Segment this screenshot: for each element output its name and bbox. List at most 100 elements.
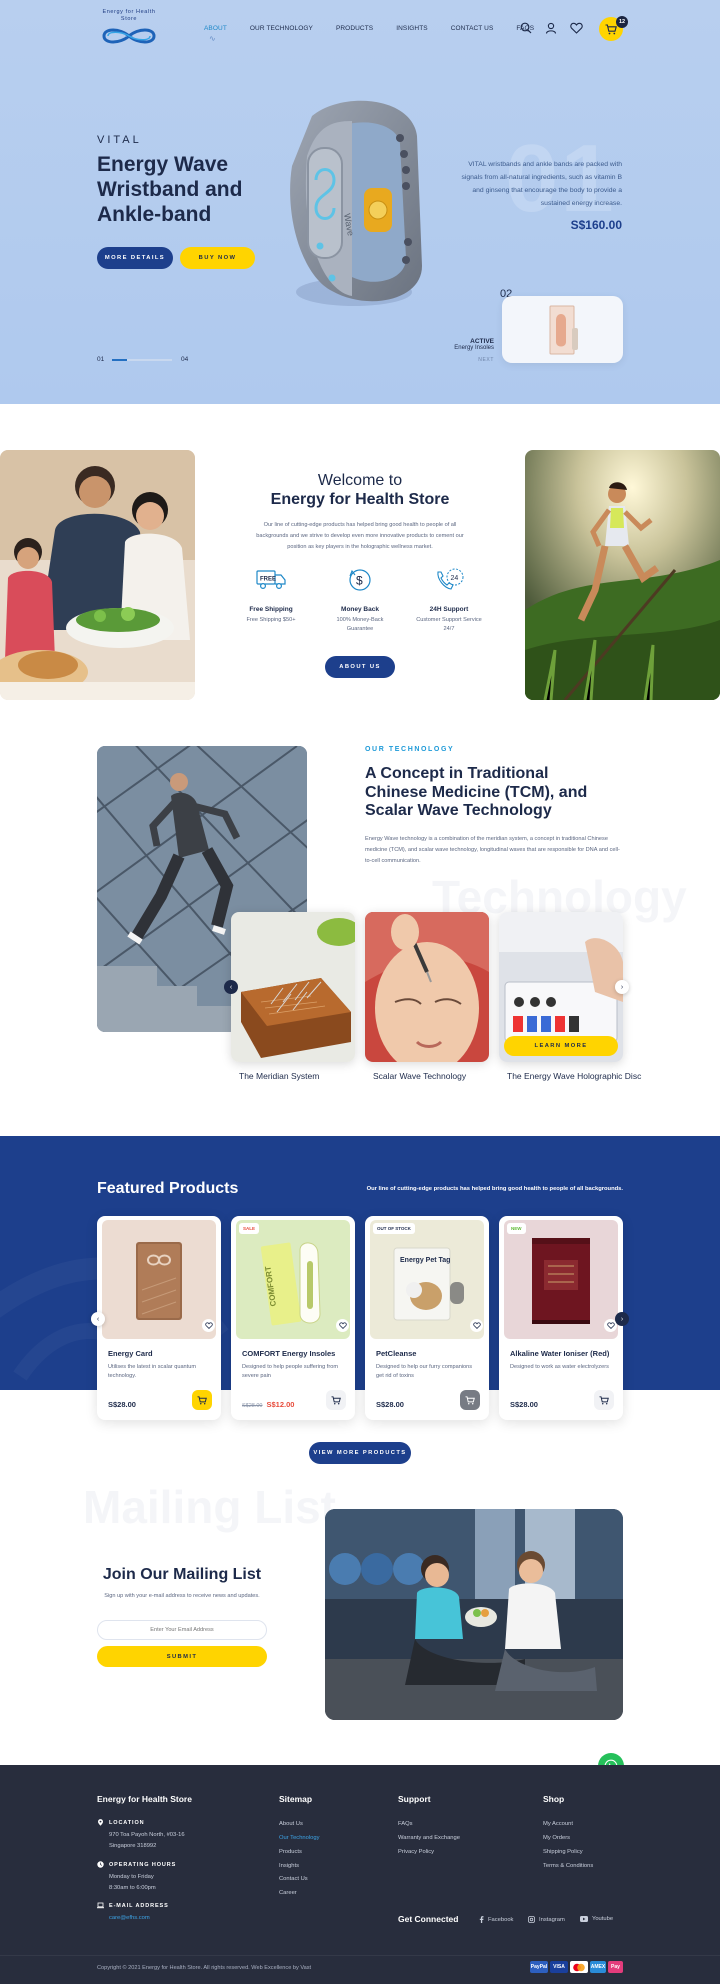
hero-price: S$160.00 (570, 218, 622, 232)
nav-products[interactable]: PRODUCTS (336, 25, 373, 32)
about-us-button[interactable]: ABOUT US (325, 656, 395, 678)
add-to-cart-button[interactable] (192, 1390, 212, 1410)
add-to-cart-button[interactable] (594, 1390, 614, 1410)
social-facebook-link[interactable]: Facebook (479, 1916, 513, 1923)
slide-progress-bar[interactable] (112, 359, 172, 361)
social-label: Youtube (592, 1916, 614, 1922)
view-more-products-button[interactable]: VIEW MORE PRODUCTS (309, 1442, 411, 1464)
location-pin-icon (98, 1819, 103, 1826)
next-slide-card[interactable] (502, 296, 623, 363)
footer-link-products[interactable]: Products (279, 1849, 302, 1855)
next-slide-title-line2: Energy Insoles (454, 345, 494, 351)
next-slide-label[interactable]: ACTIVE Energy Insoles (440, 338, 494, 352)
product-image[interactable]: NEW (504, 1220, 618, 1339)
site-logo[interactable]: Energy for Health Store (96, 9, 162, 52)
product-name[interactable]: Energy Card (108, 1349, 153, 1358)
account-button[interactable] (543, 20, 559, 36)
footer-link-our-technology[interactable]: Our Technology (279, 1835, 320, 1841)
footer-location: 970 Toa Payoh North, #03-16 Singapore 31… (109, 1832, 185, 1849)
welcome-heading-line1: Welcome to (317, 472, 403, 489)
mailing-description: Sign up with your e-mail address to rece… (104, 1593, 260, 1599)
products-carousel-prev-button[interactable]: ‹ (91, 1312, 105, 1326)
products-carousel-next-button[interactable]: › (615, 1312, 629, 1326)
svg-text:Energy Pet Tag: Energy Pet Tag (400, 1257, 450, 1264)
footer-link-terms[interactable]: Terms & Conditions (543, 1863, 593, 1869)
svg-text:$: $ (356, 574, 363, 588)
footer-link-contact-us[interactable]: Contact Us (279, 1876, 308, 1882)
wishlist-button[interactable] (568, 20, 584, 36)
nav-contact-us[interactable]: CONTACT US (451, 25, 494, 32)
energy-card-image (136, 1242, 182, 1320)
social-label: Facebook (488, 1916, 514, 1923)
submit-button[interactable]: SUBMIT (97, 1646, 267, 1667)
tech-card-label[interactable]: The Energy Wave Holographic Disc (507, 1071, 641, 1081)
feature-subtitle: Free Shipping $50+ (246, 617, 296, 623)
footer-link-privacy-policy[interactable]: Privacy Policy (398, 1849, 434, 1855)
tech-carousel-prev-button[interactable]: ‹ (224, 980, 238, 994)
svg-text:24: 24 (451, 575, 459, 582)
cart-icon (331, 1395, 341, 1405)
product-badge-sale: SALE (239, 1223, 260, 1234)
payment-pay-badge: Pay (608, 1961, 623, 1973)
product-name[interactable]: Alkaline Water Ioniser (Red) (510, 1349, 609, 1358)
product-description: Designed to help people suffering from s… (242, 1364, 338, 1379)
footer-link-insights[interactable]: Insights (279, 1863, 299, 1869)
tech-card-label[interactable]: Scalar Wave Technology (373, 1071, 466, 1081)
product-card-water-ioniser[interactable]: NEW Alkaline Water Ioniser (Red) Designe… (499, 1216, 623, 1420)
wishlist-toggle[interactable] (202, 1319, 215, 1332)
social-instagram-link[interactable]: Instagram (528, 1916, 565, 1923)
nav-our-technology[interactable]: OUR TECHNOLOGY (250, 25, 313, 32)
insoles-box-image (549, 305, 578, 355)
add-to-cart-button[interactable] (460, 1390, 480, 1410)
learn-more-button[interactable]: LEARN MORE (504, 1036, 618, 1056)
footer-link-about-us[interactable]: About Us (279, 1821, 303, 1827)
email-input[interactable] (97, 1620, 267, 1640)
tech-card-scalar-wave[interactable] (365, 912, 489, 1062)
feature-subtitle: Customer Support Service 24/7 (416, 617, 482, 632)
footer-hours: Monday to Friday 8:30am to 6:00pm (109, 1874, 156, 1891)
product-card-energy-card[interactable]: Energy Card Utilises the latest in scala… (97, 1216, 221, 1420)
search-button[interactable] (518, 20, 534, 36)
infinity-logo-icon (102, 28, 156, 44)
wishlist-toggle[interactable] (336, 1319, 349, 1332)
product-price-value: S$12.00 (266, 1400, 295, 1409)
tech-card-label[interactable]: The Meridian System (239, 1071, 319, 1081)
nav-insights[interactable]: INSIGHTS (396, 25, 428, 32)
product-card-comfort-insoles[interactable]: COMFORT SALE COMFORT Energy Insoles Desi… (231, 1216, 355, 1420)
footer-link-career[interactable]: Career (279, 1890, 297, 1896)
hero-title: Energy Wave Wristband and Ankle-band (97, 153, 243, 226)
product-image[interactable]: COMFORT SALE (236, 1220, 350, 1339)
chevron-left-icon: ‹ (96, 1315, 100, 1323)
tech-description: Energy Wave technology is a combination … (365, 836, 620, 864)
social-youtube-link[interactable]: Youtube (580, 1916, 613, 1922)
product-image[interactable] (102, 1220, 216, 1339)
buy-now-button[interactable]: BUY NOW (180, 247, 255, 269)
tech-carousel-next-button[interactable]: › (615, 980, 629, 994)
footer-link-my-orders[interactable]: My Orders (543, 1835, 570, 1841)
chevron-right-icon: › (620, 1315, 624, 1323)
feature-title: Money Back (341, 606, 379, 613)
product-image[interactable]: Energy Pet Tag OUT OF STOCK (370, 1220, 484, 1339)
product-card-petcleanse[interactable]: Energy Pet Tag OUT OF STOCK PetCleanse D… (365, 1216, 489, 1420)
footer-link-faqs[interactable]: FAQs (398, 1821, 413, 1827)
product-name[interactable]: COMFORT Energy Insoles (242, 1349, 335, 1358)
wristband-product-image[interactable]: Wave (272, 96, 432, 318)
wishlist-toggle[interactable] (470, 1319, 483, 1332)
hero-description: VITAL wristbands and ankle bands are pac… (461, 161, 622, 207)
phone-support-icon: 24 (437, 568, 464, 590)
cart-count-badge: 12 (616, 16, 628, 28)
nav-about[interactable]: ABOUT (204, 25, 227, 32)
footer-link-my-account[interactable]: My Account (543, 1821, 573, 1827)
footer-link-warranty[interactable]: Warranty and Exchange (398, 1835, 460, 1841)
more-details-button[interactable]: MORE DETAILS (97, 247, 173, 269)
add-to-cart-button[interactable] (326, 1390, 346, 1410)
next-slide-link[interactable]: NEXT (440, 357, 494, 363)
footer-location-label: LOCATION (109, 1820, 145, 1826)
product-name[interactable]: PetCleanse (376, 1349, 416, 1358)
tech-title: A Concept in Traditional Chinese Medicin… (365, 765, 588, 819)
welcome-heading-line2: Energy for Health Store (270, 491, 450, 508)
footer-link-shipping-policy[interactable]: Shipping Policy (543, 1849, 583, 1855)
tech-card-meridian[interactable] (231, 912, 355, 1062)
footer-email-link[interactable]: care@efhs.com (109, 1913, 150, 1924)
tech-card-holographic-disc[interactable]: LEARN MORE (499, 912, 623, 1062)
